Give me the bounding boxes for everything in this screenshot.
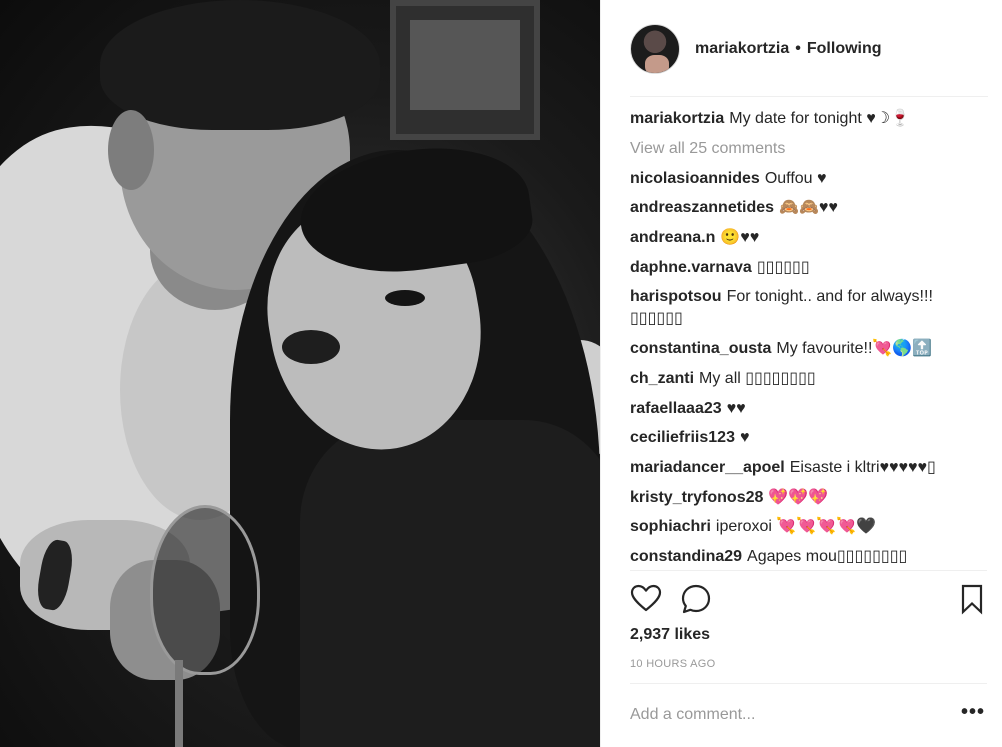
photo-man-ear xyxy=(108,110,154,190)
view-all-comments-link[interactable]: View all 25 comments xyxy=(630,138,988,160)
actions-divider xyxy=(630,570,987,571)
comment-text: Ouffou ♥ xyxy=(764,169,827,187)
heart-icon[interactable] xyxy=(630,583,662,615)
follow-status-button[interactable]: Following xyxy=(807,40,882,58)
comment-username[interactable]: harispotsou xyxy=(630,288,722,305)
comment-item: constantina_ousta My favourite!!💘🌎🔝 xyxy=(630,338,988,360)
comment-username[interactable]: ceciliefriis123 xyxy=(630,429,735,446)
comment-icon[interactable] xyxy=(680,583,712,615)
comment-item: daphne.varnava ▯▯▯▯▯▯ xyxy=(630,257,988,279)
post-timestamp: 10 HOURS AGO xyxy=(630,658,716,670)
header-separator: • xyxy=(795,39,801,57)
photo-man-hair xyxy=(100,0,380,130)
bookmark-icon[interactable] xyxy=(956,583,988,615)
comment-username[interactable]: andreana.n xyxy=(630,229,715,246)
photo-woman-lips xyxy=(282,330,340,364)
comment-item: ceciliefriis123 ♥ xyxy=(630,427,988,449)
comment-username[interactable]: mariadancer__apoel xyxy=(630,459,785,476)
comment-text: Agapes mou▯▯▯▯▯▯▯▯ xyxy=(747,547,908,565)
photo-background-frame-inner xyxy=(410,20,520,110)
comment-username[interactable]: kristy_tryfonos28 xyxy=(630,489,763,506)
more-options-icon[interactable]: ••• xyxy=(961,701,985,724)
comment-item: andreaszannetides 🙈🙈♥♥ xyxy=(630,197,988,219)
comment-username[interactable]: sophiachri xyxy=(630,518,711,535)
caption-username[interactable]: mariakortzia xyxy=(630,110,724,127)
add-comment-input[interactable] xyxy=(630,700,950,730)
comment-item: kristy_tryfonos28 💖💖💖 xyxy=(630,487,988,509)
comment-username[interactable]: nicolasioannides xyxy=(630,170,760,187)
comment-item: mariadancer__apoel Eisaste i kltri♥♥♥♥♥▯ xyxy=(630,457,988,479)
comment-item: andreana.n 🙂♥♥ xyxy=(630,227,988,249)
author-avatar[interactable] xyxy=(630,23,680,74)
comment-text: ▯▯▯▯▯▯ xyxy=(756,258,810,276)
comment-text: My all ▯▯▯▯▯▯▯▯ xyxy=(699,369,816,387)
likes-count[interactable]: 2,937 likes xyxy=(630,626,710,644)
comment-username[interactable]: daphne.varnava xyxy=(630,259,752,276)
comment-item: sophiachri iperoxoi 💘💘💘💘🖤 xyxy=(630,516,988,538)
comment-text: 🙈🙈♥♥ xyxy=(779,199,838,217)
comment-item: constandina29 Agapes mou▯▯▯▯▯▯▯▯ xyxy=(630,546,988,568)
comment-text: iperoxoi 💘💘💘💘🖤 xyxy=(715,518,876,536)
comment-text: 💖💖💖 xyxy=(768,488,829,506)
comment-text: 🙂♥♥ xyxy=(720,229,760,247)
comment-box-divider xyxy=(630,683,987,684)
header-text: mariakortzia • Following xyxy=(695,40,882,58)
comment-username[interactable]: constandina29 xyxy=(630,548,742,565)
comment-text: Eisaste i kltri♥♥♥♥♥▯ xyxy=(789,458,936,476)
caption-text: My date for tonight ♥☽🍷 xyxy=(729,110,910,127)
header-divider xyxy=(630,96,988,97)
comment-text: My favourite!!💘🌎🔝 xyxy=(776,340,933,358)
comment-username[interactable]: rafaellaaa23 xyxy=(630,400,722,417)
photo-woman-eye xyxy=(385,290,425,306)
comment-username[interactable]: ch_zanti xyxy=(630,370,694,387)
comment-text: ♥ xyxy=(739,429,750,447)
post-photo[interactable] xyxy=(0,0,600,747)
post-side-panel: mariakortzia • Following mariakortzia My … xyxy=(600,0,1002,747)
comment-username[interactable]: andreaszannetides xyxy=(630,199,774,216)
author-username[interactable]: mariakortzia xyxy=(695,40,789,58)
comment-item: ch_zanti My all ▯▯▯▯▯▯▯▯ xyxy=(630,368,988,390)
comments-list[interactable]: mariakortzia My date for tonight ♥☽🍷 View… xyxy=(630,108,988,569)
photo-wine-glass xyxy=(150,505,260,675)
photo-wine-glass-stem xyxy=(175,660,183,747)
post-actions-bar xyxy=(630,583,988,615)
photo-woman-body xyxy=(300,420,600,747)
comment-item: rafaellaaa23 ♥♥ xyxy=(630,398,988,420)
comment-username[interactable]: constantina_ousta xyxy=(630,340,771,357)
comment-item: nicolasioannides Ouffou ♥ xyxy=(630,168,988,190)
instagram-post-modal: mariakortzia • Following mariakortzia My … xyxy=(0,0,1002,747)
comment-item: harispotsou For tonight.. and for always!… xyxy=(630,286,988,330)
comment-text: ♥♥ xyxy=(726,399,746,417)
post-header: mariakortzia • Following xyxy=(601,0,1002,97)
caption: mariakortzia My date for tonight ♥☽🍷 xyxy=(630,108,988,130)
